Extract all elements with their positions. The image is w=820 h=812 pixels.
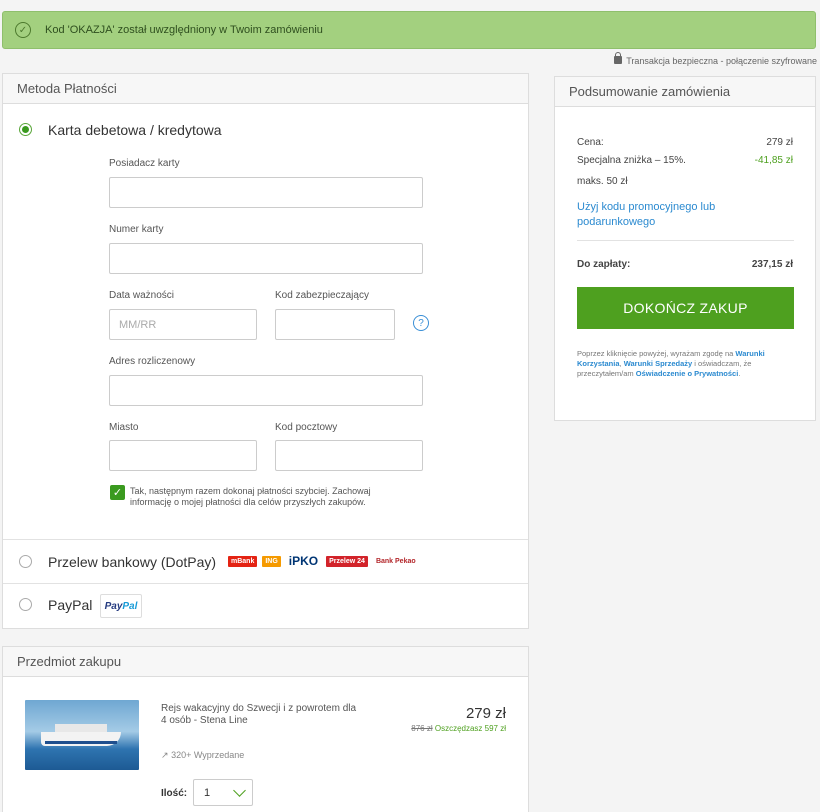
sold-count: ↗ 320+ Wyprzedane	[161, 750, 245, 760]
paypal-label[interactable]: PayPal	[48, 597, 92, 613]
cvv-input[interactable]	[275, 309, 395, 340]
mbank-logo: mBank	[228, 555, 258, 567]
total-value: 237,15 zł	[751, 259, 793, 270]
help-icon[interactable]: ?	[413, 315, 429, 331]
privacy-link[interactable]: Oświadczenie o Prywatności	[636, 369, 739, 378]
ferry-image	[25, 700, 139, 770]
chevron-down-icon	[233, 783, 246, 797]
price-value: 279 zł	[766, 137, 793, 148]
divider	[3, 539, 528, 540]
secure-transaction-notice: Transakcja bezpieczna - połączenie szyfr…	[614, 52, 817, 66]
postal-code-input[interactable]	[275, 440, 423, 471]
paypal-radio[interactable]	[19, 598, 32, 611]
pekao-logo: Bank Pekao	[375, 557, 416, 565]
price-label: Cena:	[577, 137, 604, 148]
item-title: Rejs wakacyjny do Szwecji i z powrotem d…	[161, 703, 357, 726]
pko-logo: iPKO	[288, 554, 319, 568]
bank-transfer-label[interactable]: Przelew bankowy (DotPay)	[48, 554, 216, 570]
expiry-input[interactable]: MM/RR	[109, 309, 257, 340]
quantity-label: Ilość:	[161, 788, 188, 799]
quantity-select[interactable]: 1	[193, 779, 253, 806]
order-summary-panel: Podsumowanie zamówienia Cena: 279 zł Spe…	[554, 76, 816, 421]
item-old-price: 876 zł Oszczędzasz 597 zł	[411, 724, 506, 733]
total-label: Do zapłaty:	[577, 259, 631, 270]
ing-logo: ING	[262, 555, 281, 567]
discount-note: maks. 50 zł	[577, 176, 628, 187]
bank-logos: mBank ING iPKO Przelew 24 Bank Pekao	[228, 552, 419, 570]
save-payment-text: Tak, następnym razem dokonaj płatności s…	[130, 486, 371, 507]
holder-label: Posiadacz karty	[109, 158, 180, 169]
address-label: Adres rozliczenowy	[109, 356, 196, 367]
divider	[3, 583, 528, 584]
przelew24-logo: Przelew 24	[326, 555, 368, 567]
summary-header: Podsumowanie zamówienia	[555, 77, 815, 107]
secure-text: Transakcja bezpieczna - połączenie szyfr…	[626, 56, 817, 66]
promo-success-banner: ✓ Kod 'OKAZJA' został uwzględniony w Two…	[2, 11, 816, 49]
card-holder-input[interactable]	[109, 177, 423, 208]
item-header: Przedmiot zakupu	[3, 647, 528, 677]
lock-icon	[614, 52, 623, 64]
complete-purchase-button[interactable]: DOKOŃCZ ZAKUP	[577, 287, 794, 329]
city-input[interactable]	[109, 440, 257, 471]
cvv-label: Kod zabezpieczający	[275, 290, 369, 301]
check-circle-icon: ✓	[15, 22, 31, 38]
banner-message: Kod 'OKAZJA' został uwzględniony w Twoim…	[45, 24, 323, 36]
bank-transfer-radio[interactable]	[19, 555, 32, 568]
discount-label: Specjalna zniżka – 15%.	[577, 155, 686, 166]
card-number-input[interactable]	[109, 243, 423, 274]
save-payment-checkbox[interactable]: ✓	[110, 485, 125, 500]
payment-header: Metoda Płatności	[3, 74, 528, 104]
divider	[577, 240, 794, 241]
number-label: Numer karty	[109, 224, 164, 235]
promo-code-link[interactable]: Użyj kodu promocyjnego lub podarunkowego	[577, 200, 757, 230]
billing-address-input[interactable]	[109, 375, 423, 406]
paypal-logo: Pay Pal	[100, 594, 142, 618]
card-radio[interactable]	[19, 123, 32, 136]
city-label: Miasto	[109, 422, 139, 433]
payment-method-panel: Metoda Płatności Karta debetowa / kredyt…	[2, 73, 529, 629]
item-price: 279 zł	[465, 705, 506, 722]
discount-value: -41,85 zł	[754, 155, 793, 166]
purchase-item-panel: Przedmiot zakupu Rejs wakacyjny do Szwec…	[2, 646, 529, 812]
postal-label: Kod pocztowy	[275, 422, 338, 433]
terms-text: Poprzez kliknięcie powyżej, wyrażam zgod…	[577, 349, 765, 378]
trend-icon: ↗	[161, 750, 169, 760]
expiry-label: Data ważności	[109, 290, 175, 301]
card-method-label[interactable]: Karta debetowa / kredytowa	[48, 122, 222, 138]
terms-of-sale-link[interactable]: Warunki Sprzedaży	[624, 359, 693, 368]
